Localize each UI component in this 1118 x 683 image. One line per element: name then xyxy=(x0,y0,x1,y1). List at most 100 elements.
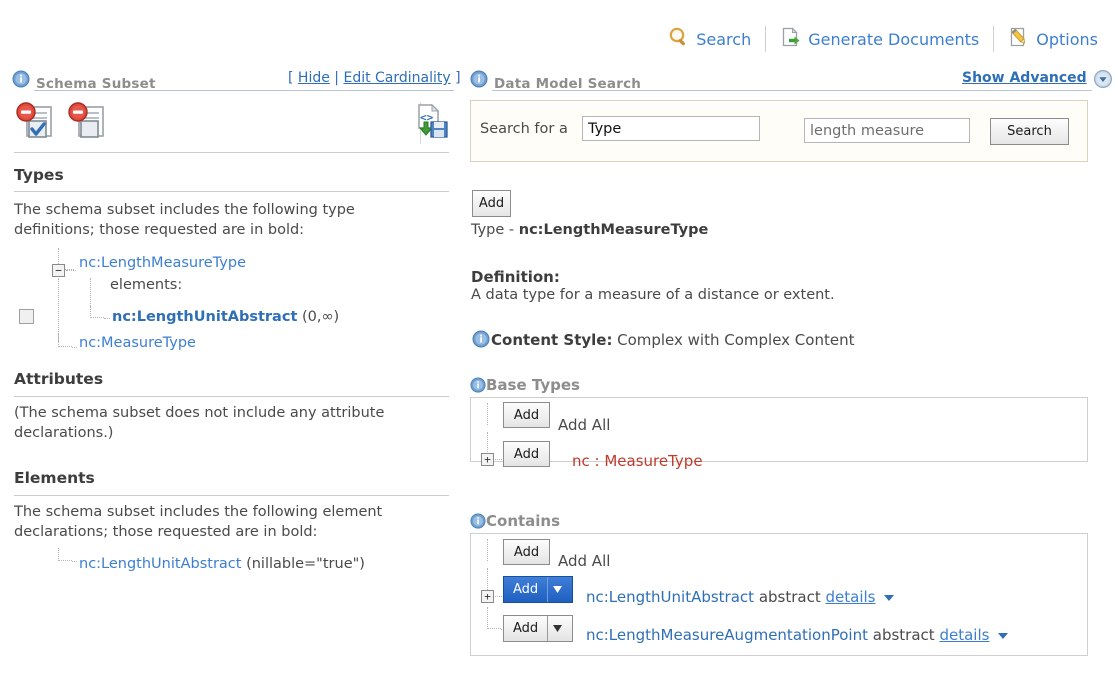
contains-row-1: nc:LengthMeasureAugmentationPoint abstra… xyxy=(586,626,1008,644)
base-types-add-all-button[interactable]: Add xyxy=(503,402,550,428)
elements-heading: Elements xyxy=(14,469,95,487)
tree-guide xyxy=(104,318,110,319)
show-advanced-label: Show Advanced xyxy=(962,70,1087,86)
contains-heading: Contains xyxy=(486,512,560,530)
info-icon-schema-subset xyxy=(12,70,30,92)
tree-guide xyxy=(495,459,502,460)
search-type-input[interactable] xyxy=(582,116,760,141)
elements-rule xyxy=(14,495,449,496)
contains-row-abstract-0: abstract xyxy=(759,588,821,606)
result-kind-label: Type - xyxy=(471,222,514,238)
elements-description: The schema subset includes the following… xyxy=(14,502,434,542)
contains-add-button-0[interactable]: Add xyxy=(504,577,547,602)
app-root: Search Generate Documents xyxy=(0,0,1118,683)
types-checkbox-2[interactable] xyxy=(19,309,34,324)
base-types-row-name-0[interactable]: nc : MeasureType xyxy=(572,452,703,470)
attributes-heading: Attributes xyxy=(14,370,103,388)
search-prefix-label: Search for a xyxy=(480,121,568,137)
save-xml-icon[interactable]: <> xyxy=(411,102,451,146)
search-query-input[interactable] xyxy=(804,118,970,143)
tree-elbow xyxy=(58,334,72,347)
remove-checked-icon[interactable] xyxy=(14,100,58,148)
search-button[interactable]: Search xyxy=(990,118,1069,145)
attributes-description: (The schema subset does not include any … xyxy=(14,403,434,443)
info-icon-base-types xyxy=(470,377,486,397)
elements-tree-item-0[interactable]: nc:LengthUnitAbstract (nillable="true") xyxy=(79,556,365,572)
contains-add-dropdown-arrow-0[interactable] xyxy=(547,577,567,602)
contains-expander-0[interactable]: + xyxy=(481,590,494,603)
bracket-open: [ xyxy=(288,70,293,86)
attributes-rule xyxy=(14,396,449,397)
schema-subset-toolbar: <> xyxy=(14,100,449,146)
definition-heading: Definition: xyxy=(471,268,560,286)
contains-row-0: nc:LengthUnitAbstract abstract details xyxy=(586,588,894,606)
chevron-down-icon[interactable] xyxy=(1093,69,1113,93)
data-model-search-rule xyxy=(492,90,1092,91)
contains-add-split-button-1[interactable]: Add xyxy=(503,615,573,642)
tree-elbow xyxy=(487,607,501,629)
toolbar-bottom-rule xyxy=(14,152,449,153)
content-style-value: Complex with Complex Content xyxy=(617,331,854,349)
types-tree-label-0[interactable]: nc:LengthMeasureType xyxy=(79,255,246,271)
tree-guide xyxy=(487,403,488,425)
content-style-label: Content Style: xyxy=(491,331,612,349)
content-style-line: Content Style: Complex with Complex Cont… xyxy=(491,331,854,349)
remove-all-icon[interactable] xyxy=(66,100,110,148)
schema-subset-title-wrap: Schema Subset xyxy=(36,70,156,92)
tree-guide xyxy=(495,596,502,597)
types-tree-item-1: elements: xyxy=(110,277,182,293)
tree-guide xyxy=(66,270,76,271)
base-types-heading: Base Types xyxy=(486,376,580,394)
tree-guide xyxy=(72,561,77,562)
definition-text: A data type for a measure of a distance … xyxy=(471,287,835,303)
contains-row-details-caret-0[interactable] xyxy=(884,595,894,601)
contains-row-details-link-1[interactable]: details xyxy=(939,626,989,644)
contains-add-split-button-0[interactable]: Add xyxy=(503,576,573,603)
base-types-add-all-label: Add All xyxy=(558,416,610,434)
tree-elbow xyxy=(90,306,104,318)
tree-guide xyxy=(90,278,91,306)
tree-guide xyxy=(72,347,77,348)
types-rule xyxy=(14,191,449,192)
result-add-button[interactable]: Add xyxy=(472,190,511,217)
contains-add-button-1[interactable]: Add xyxy=(504,616,547,641)
tree-guide xyxy=(487,568,488,590)
links-separator: | xyxy=(334,70,339,86)
types-tree-label-3[interactable]: nc:MeasureType xyxy=(79,335,196,351)
show-advanced-link[interactable]: Show Advanced xyxy=(962,70,1087,86)
base-types-add-button-0[interactable]: Add xyxy=(503,441,550,467)
result-kind-line: Type - nc:LengthMeasureType xyxy=(471,222,708,238)
types-tree-item-3[interactable]: nc:MeasureType xyxy=(79,335,196,351)
contains-add-all-button[interactable]: Add xyxy=(503,539,550,565)
schema-subset-header-links: [ Hide | Edit Cardinality ] xyxy=(288,70,461,86)
elements-tree-label-0[interactable]: nc:LengthUnitAbstract xyxy=(79,556,241,572)
edit-cardinality-link[interactable]: Edit Cardinality xyxy=(343,70,450,86)
tree-elbow xyxy=(58,548,72,561)
types-description: The schema subset includes the following… xyxy=(14,200,414,240)
contains-row-details-caret-1[interactable] xyxy=(998,633,1008,639)
types-tree-item-2[interactable]: nc:LengthUnitAbstract (0,∞) xyxy=(112,309,339,325)
hide-link[interactable]: Hide xyxy=(298,70,330,86)
types-tree-suffix-2: (0,∞) xyxy=(302,309,339,325)
types-tree-label-1: elements: xyxy=(110,277,182,293)
schema-subset-panel: Schema Subset [ Hide | Edit Cardinality … xyxy=(0,0,463,683)
schema-subset-rule xyxy=(34,90,454,91)
base-types-expander-0[interactable]: + xyxy=(481,453,494,466)
contains-row-name-0[interactable]: nc:LengthUnitAbstract xyxy=(586,588,754,606)
bracket-close: ] xyxy=(455,70,460,86)
info-icon-data-model-search xyxy=(470,70,488,92)
elements-tree-suffix-0: (nillable="true") xyxy=(246,556,365,572)
contains-add-all-label: Add All xyxy=(558,552,610,570)
types-heading: Types xyxy=(14,166,64,184)
contains-add-dropdown-arrow-1[interactable] xyxy=(547,616,567,641)
contains-row-details-link-0[interactable]: details xyxy=(826,588,876,606)
types-expander-0[interactable]: − xyxy=(52,264,65,277)
types-tree-item-0[interactable]: nc:LengthMeasureType xyxy=(79,255,246,271)
tree-guide xyxy=(487,432,488,454)
tree-guide xyxy=(58,278,59,342)
info-icon-contains xyxy=(470,513,486,533)
contains-row-name-1[interactable]: nc:LengthMeasureAugmentationPoint xyxy=(586,626,868,644)
data-model-search-title-wrap: Data Model Search xyxy=(494,70,641,92)
data-model-search-panel: Data Model Search Show Advanced Search f… xyxy=(466,0,1118,683)
types-tree-label-2[interactable]: nc:LengthUnitAbstract xyxy=(112,309,297,325)
